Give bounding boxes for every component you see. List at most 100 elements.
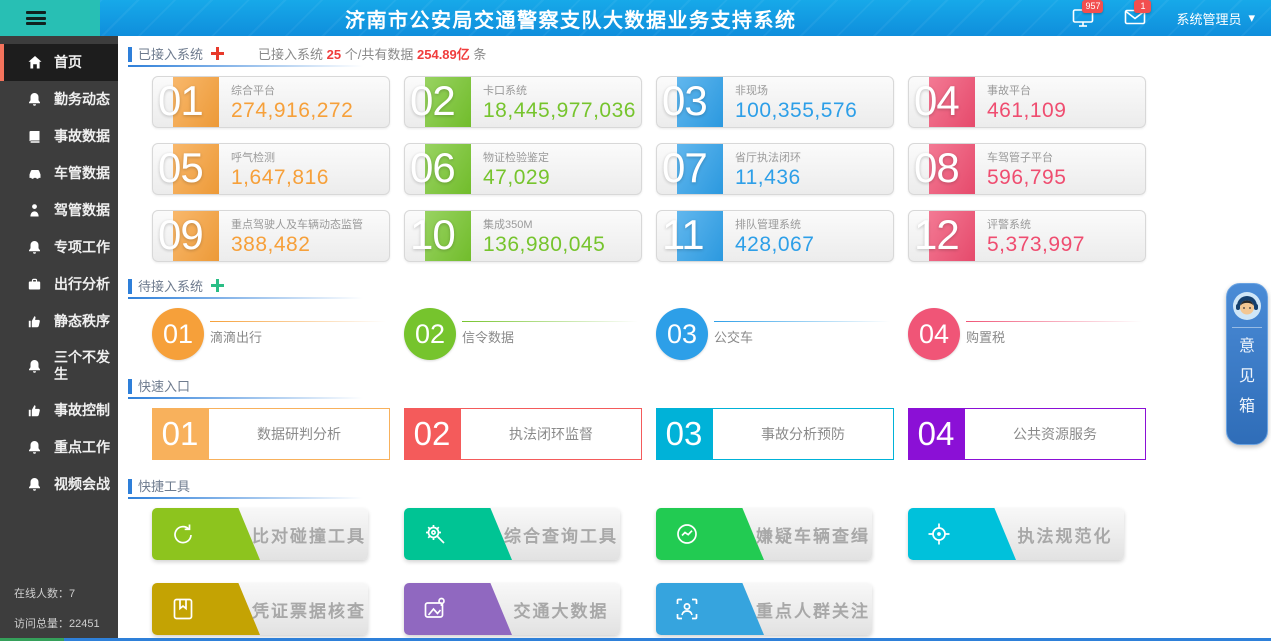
sidebar-item-special-work[interactable]: 专项工作 — [0, 229, 118, 266]
tool-enforcement-standard[interactable]: 执法规范化 — [908, 508, 1124, 560]
caret-down-icon: ▾ — [1248, 10, 1255, 26]
sidebar-item-duty[interactable]: 勤务动态 — [0, 81, 118, 118]
bell-icon — [27, 440, 43, 455]
quick-entry-label: 执法闭环监督 — [460, 408, 642, 460]
sidebar-item-key-work[interactable]: 重点工作 — [0, 429, 118, 466]
person-scan-icon — [674, 596, 700, 622]
sidebar-item-travel-analysis[interactable]: 出行分析 — [0, 266, 118, 303]
quick-entry-public-resources[interactable]: 04 公共资源服务 — [908, 408, 1146, 460]
system-value: 11,436 — [735, 166, 889, 190]
quick-entry-data-analysis[interactable]: 01 数据研判分析 — [152, 408, 390, 460]
sidebar-item-video-campaign[interactable]: 视频会战 — [0, 466, 118, 503]
feedback-label-char: 箱 — [1239, 392, 1255, 422]
car-icon — [27, 166, 43, 181]
quick-entry-row: 01 数据研判分析 02 执法闭环监督 03 事故分析预防 04 公共资源服务 — [152, 408, 1271, 460]
connected-systems-grid: 01 综合平台 274,916,272 02 卡口系统 18,445,977,0… — [152, 76, 1271, 262]
system-card-06[interactable]: 06 物证检验鉴定 47,029 — [404, 143, 642, 195]
system-card-11[interactable]: 11 排队管理系统 428,067 — [656, 210, 894, 262]
topbar-main: 济南市公安局交通警察支队大数据业务支持系统 957 1 系统管理员 ▾ — [100, 0, 1271, 36]
tool-voucher-check[interactable]: 凭证票据核查 — [152, 583, 368, 635]
system-value: 18,445,977,036 — [483, 99, 637, 123]
plus-icon[interactable] — [211, 47, 224, 60]
system-card-01[interactable]: 01 综合平台 274,916,272 — [152, 76, 390, 128]
sidebar-item-home[interactable]: 首页 — [0, 44, 118, 81]
system-card-07[interactable]: 07 省厅执法闭环 11,436 — [656, 143, 894, 195]
sidebar-item-vehicle-data[interactable]: 车管数据 — [0, 155, 118, 192]
system-card-04[interactable]: 04 事故平台 461,109 — [908, 76, 1146, 128]
sidebar-item-three-no[interactable]: 三个不发生 — [0, 340, 118, 392]
sidebar: 首页 勤务动态 事故数据 车管数据 驾管数据 专项工作 出行分析 静态秩序 三个… — [0, 36, 118, 641]
connected-count: 25 — [327, 47, 341, 62]
pending-item-purchase-tax[interactable]: 04 购置税 — [908, 308, 1146, 360]
feedback-box-button[interactable]: 意 见 箱 — [1226, 283, 1268, 445]
home-icon — [27, 55, 43, 70]
quick-entry-enforcement-loop[interactable]: 02 执法闭环监督 — [404, 408, 642, 460]
system-card-08[interactable]: 08 车驾管子平台 596,795 — [908, 143, 1146, 195]
sidebar-item-label: 勤务动态 — [54, 91, 110, 108]
tool-comprehensive-query[interactable]: 综合查询工具 — [404, 508, 620, 560]
sidebar-stats: 在线人数：7 访问总量：22451 — [14, 571, 100, 631]
quick-entry-accident-prevention[interactable]: 03 事故分析预防 — [656, 408, 894, 460]
section-header-quick-entry: 快速入口 — [128, 376, 190, 395]
crosshair-icon — [926, 521, 952, 547]
tool-key-people[interactable]: 重点人群关注 — [656, 583, 872, 635]
sidebar-item-label: 车管数据 — [54, 165, 110, 182]
tool-suspect-vehicle[interactable]: 嫌疑车辆查缉 — [656, 508, 872, 560]
mail-icon[interactable]: 1 — [1124, 8, 1146, 28]
quick-entry-label: 事故分析预防 — [712, 408, 894, 460]
sidebar-item-label: 事故控制 — [54, 402, 110, 419]
system-name: 物证检验鉴定 — [483, 149, 637, 165]
section-header-tools: 快捷工具 — [128, 476, 190, 495]
section-title: 已接入系统 — [138, 44, 203, 63]
monitor-icon[interactable]: 957 — [1072, 8, 1094, 28]
system-card-09[interactable]: 09 重点驾驶人及车辆动态监管 388,482 — [152, 210, 390, 262]
system-name: 省厅执法闭环 — [735, 149, 889, 165]
system-name: 综合平台 — [231, 82, 385, 98]
sidebar-item-static-order[interactable]: 静态秩序 — [0, 303, 118, 340]
system-name: 重点驾驶人及车辆动态监管 — [231, 216, 385, 232]
bell-icon — [27, 477, 43, 492]
pending-item-bus[interactable]: 03 公交车 — [656, 308, 894, 360]
system-name: 车驾管子平台 — [987, 149, 1141, 165]
pending-label: 滴滴出行 — [210, 327, 386, 346]
tool-compare-collision[interactable]: 比对碰撞工具 — [152, 508, 368, 560]
system-value: 100,355,576 — [735, 99, 889, 123]
pending-label: 公交车 — [714, 327, 890, 346]
plus-icon[interactable] — [211, 279, 224, 292]
sidebar-item-accident-data[interactable]: 事故数据 — [0, 118, 118, 155]
topbar: 济南市公安局交通警察支队大数据业务支持系统 957 1 系统管理员 ▾ — [0, 0, 1271, 36]
page-title: 济南市公安局交通警察支队大数据业务支持系统 — [345, 4, 797, 33]
tool-traffic-big-data[interactable]: 交通大数据 — [404, 583, 620, 635]
system-card-10[interactable]: 10 集成350M 136,980,045 — [404, 210, 642, 262]
gear-search-icon — [422, 521, 448, 547]
system-value: 461,109 — [987, 99, 1141, 123]
pending-label: 购置税 — [966, 327, 1142, 346]
pending-item-didi[interactable]: 01 滴滴出行 — [152, 308, 390, 360]
mail-badge: 1 — [1134, 0, 1151, 13]
recycle-icon — [170, 521, 196, 547]
section-title: 待接入系统 — [138, 276, 203, 295]
avatar — [1232, 291, 1262, 321]
sidebar-item-driver-data[interactable]: 驾管数据 — [0, 192, 118, 229]
sidebar-item-accident-control[interactable]: 事故控制 — [0, 392, 118, 429]
section-header-pending: 待接入系统 — [128, 276, 224, 295]
system-card-12[interactable]: 12 评警系统 5,373,997 — [908, 210, 1146, 262]
thumbs-up-icon — [27, 403, 43, 418]
system-value: 47,029 — [483, 166, 637, 190]
system-card-05[interactable]: 05 呼气检测 1,647,816 — [152, 143, 390, 195]
visit-total: 访问总量：22451 — [14, 615, 100, 631]
system-name: 评警系统 — [987, 216, 1141, 232]
pending-item-signaling[interactable]: 02 信令数据 — [404, 308, 642, 360]
system-card-03[interactable]: 03 非现场 100,355,576 — [656, 76, 894, 128]
user-menu[interactable]: 系统管理员 ▾ — [1176, 9, 1255, 28]
bell-icon — [27, 240, 43, 255]
system-name: 排队管理系统 — [735, 216, 889, 232]
system-name: 卡口系统 — [483, 82, 637, 98]
hamburger-menu-icon[interactable] — [26, 11, 46, 25]
sidebar-item-label: 出行分析 — [54, 276, 110, 293]
system-card-02[interactable]: 02 卡口系统 18,445,977,036 — [404, 76, 642, 128]
sidebar-item-label: 重点工作 — [54, 439, 110, 456]
section-header-connected: 已接入系统 — [128, 44, 224, 63]
main-content: 已接入系统 已接入系统 25 个/共有数据 254.89亿 条 01 综合平台 … — [118, 36, 1271, 638]
bell-icon — [27, 92, 43, 107]
